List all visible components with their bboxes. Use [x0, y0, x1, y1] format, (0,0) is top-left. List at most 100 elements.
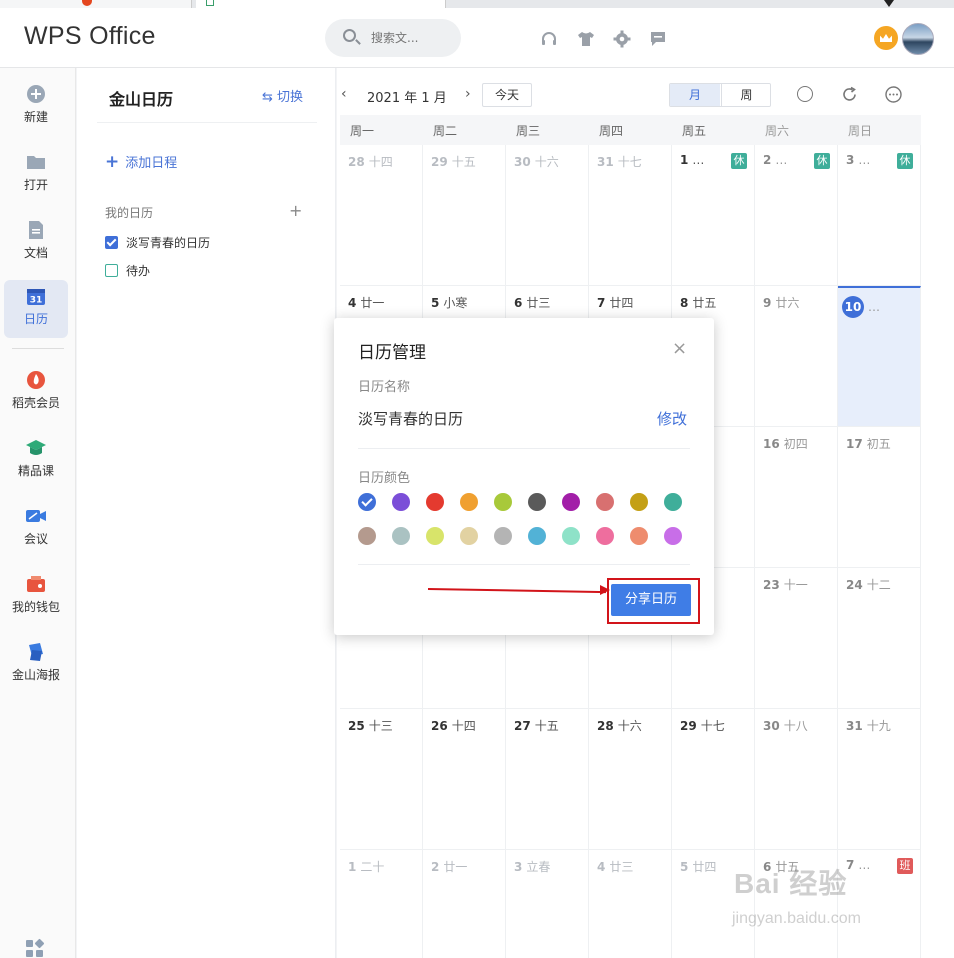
- message-icon[interactable]: [649, 30, 667, 48]
- calendar-list-item[interactable]: 淡写青春的日历: [105, 234, 210, 251]
- weekday-label: 周四: [599, 124, 624, 138]
- baidu-jingyan-watermark: Bai 经验 jingyan.baidu.com: [728, 858, 928, 938]
- headset-icon[interactable]: [540, 30, 558, 48]
- plus-circle-icon: [27, 85, 45, 103]
- day-cell[interactable]: 2 廿一: [423, 850, 506, 958]
- day-cell[interactable]: 28 十四: [340, 145, 423, 286]
- gear-icon[interactable]: [613, 30, 631, 48]
- nav-item-open[interactable]: 打开: [4, 146, 68, 204]
- day-number: 2 廿一: [431, 858, 467, 875]
- day-cell[interactable]: 27 十五: [506, 709, 589, 850]
- weekday-label: 周二: [433, 124, 458, 138]
- day-cell[interactable]: 1 二十: [340, 850, 423, 958]
- refresh-icon[interactable]: [841, 86, 858, 103]
- color-swatch[interactable]: [596, 527, 614, 545]
- color-swatch[interactable]: [392, 527, 410, 545]
- day-cell[interactable]: 1… 休: [672, 145, 755, 286]
- day-cell[interactable]: 30 十六: [506, 145, 589, 286]
- color-swatch[interactable]: [528, 527, 546, 545]
- color-swatch[interactable]: [358, 527, 376, 545]
- day-cell[interactable]: 9 廿六: [755, 286, 838, 427]
- day-digit: 27: [514, 719, 531, 733]
- day-cell[interactable]: 2… 休: [755, 145, 838, 286]
- color-swatch[interactable]: [426, 493, 444, 511]
- browser-tab-active[interactable]: [196, 0, 446, 8]
- nav-item-docer-vip[interactable]: 稻壳会员: [4, 364, 68, 422]
- smiley-icon[interactable]: [797, 86, 813, 102]
- color-swatch[interactable]: [664, 493, 682, 511]
- prev-month-chevron-icon[interactable]: ‹: [341, 86, 347, 102]
- day-digit: 30: [763, 719, 780, 733]
- share-calendar-button[interactable]: 分享日历: [611, 584, 691, 616]
- day-cell[interactable]: 23 十一: [755, 568, 838, 709]
- day-cell[interactable]: 3… 休: [838, 145, 921, 286]
- calendar-checkbox[interactable]: [105, 264, 118, 277]
- color-swatch[interactable]: [596, 493, 614, 511]
- video-camera-icon: [26, 510, 46, 522]
- lunar-label: 十九: [866, 719, 891, 733]
- day-number: 26 十四: [431, 717, 476, 734]
- day-cell[interactable]: 31 十七: [589, 145, 672, 286]
- day-cell[interactable]: 28 十六: [589, 709, 672, 850]
- color-swatch[interactable]: [426, 527, 444, 545]
- color-swatch[interactable]: [392, 493, 410, 511]
- color-swatch[interactable]: [562, 493, 580, 511]
- vip-crown-icon[interactable]: [874, 26, 898, 50]
- color-swatch[interactable]: [630, 493, 648, 511]
- day-cell[interactable]: 29 十五: [423, 145, 506, 286]
- weekday-label: 周三: [516, 124, 541, 138]
- color-swatch[interactable]: [460, 527, 478, 545]
- nav-item-poster[interactable]: 金山海报: [4, 636, 68, 694]
- day-cell[interactable]: 31 十九: [838, 709, 921, 850]
- calendar-name-value: 淡写青春的日历: [358, 410, 464, 428]
- day-cell[interactable]: 17 初五: [838, 427, 921, 568]
- nav-divider: [12, 348, 64, 349]
- day-cell[interactable]: 29 十七: [672, 709, 755, 850]
- day-cell[interactable]: 4 廿三: [589, 850, 672, 958]
- nav-item-new[interactable]: 新建: [4, 78, 68, 136]
- color-swatch[interactable]: [494, 493, 512, 511]
- nav-item-courses[interactable]: 精品课: [4, 432, 68, 490]
- nav-item-docs[interactable]: 文档: [4, 214, 68, 272]
- nav-item-calendar[interactable]: 31 日历: [4, 280, 68, 338]
- color-swatch[interactable]: [358, 493, 376, 511]
- lunar-label: 十八: [783, 719, 808, 733]
- calendar-checkbox[interactable]: [105, 236, 118, 249]
- user-avatar[interactable]: [902, 23, 934, 55]
- search-box[interactable]: [325, 19, 461, 57]
- nav-item-meeting[interactable]: 会议: [4, 500, 68, 558]
- today-button[interactable]: 今天: [482, 83, 532, 107]
- day-cell[interactable]: 16 初四: [755, 427, 838, 568]
- add-event-button[interactable]: + 添加日程: [105, 152, 177, 172]
- color-swatch[interactable]: [630, 527, 648, 545]
- calendar-list-item[interactable]: 待办: [105, 262, 150, 279]
- browser-tab[interactable]: [0, 0, 192, 8]
- color-swatch[interactable]: [494, 527, 512, 545]
- next-month-chevron-icon[interactable]: ›: [465, 86, 471, 102]
- day-digit: 31: [846, 719, 863, 733]
- apps-grid-icon[interactable]: [26, 938, 45, 958]
- tshirt-icon[interactable]: [577, 30, 595, 48]
- lunar-label: …: [775, 153, 788, 167]
- edit-name-link[interactable]: 修改: [657, 408, 687, 429]
- view-month-button[interactable]: 月: [670, 84, 720, 106]
- color-swatch[interactable]: [528, 493, 546, 511]
- day-cell[interactable]: 10…: [838, 286, 921, 427]
- close-icon[interactable]: ×: [672, 338, 687, 359]
- add-calendar-plus-icon[interactable]: +: [289, 201, 302, 220]
- color-swatch[interactable]: [664, 527, 682, 545]
- more-icon[interactable]: [885, 86, 902, 103]
- day-cell[interactable]: 26 十四: [423, 709, 506, 850]
- color-swatch[interactable]: [562, 527, 580, 545]
- switch-button[interactable]: ⇆ 切换: [262, 86, 303, 105]
- day-cell[interactable]: 3 立春: [506, 850, 589, 958]
- view-week-button[interactable]: 周: [721, 84, 770, 106]
- nav-item-wallet[interactable]: 我的钱包: [4, 568, 68, 626]
- day-cell[interactable]: 25 十三: [340, 709, 423, 850]
- color-swatch[interactable]: [460, 493, 478, 511]
- day-cell[interactable]: 30 十八: [755, 709, 838, 850]
- search-input[interactable]: [371, 29, 451, 47]
- dialog-divider: [358, 564, 690, 565]
- day-cell[interactable]: 24 十二: [838, 568, 921, 709]
- day-digit: 2: [431, 860, 440, 874]
